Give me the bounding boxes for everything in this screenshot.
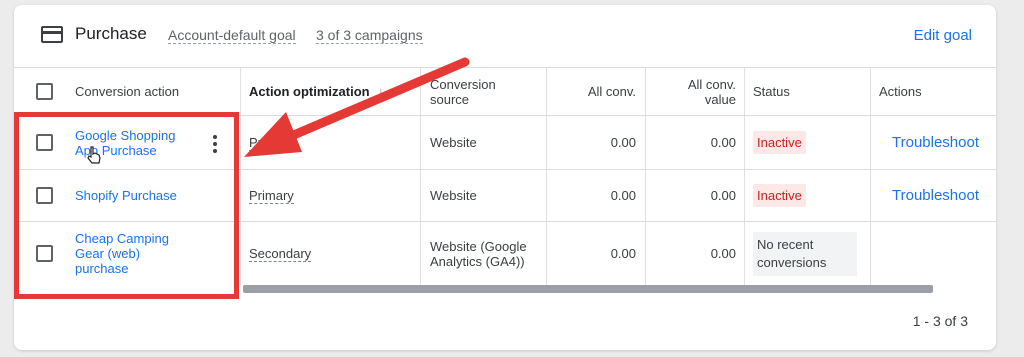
- all-conv-value: 0.00: [610, 246, 636, 261]
- col-all-conv[interactable]: All conv.: [554, 68, 636, 115]
- action-optimization-value[interactable]: Primary: [249, 170, 419, 221]
- edit-goal-button[interactable]: Edit goal: [914, 27, 972, 44]
- campaigns-count-link[interactable]: 3 of 3 campaigns: [316, 28, 423, 44]
- all-conv-value: 0.00: [610, 135, 636, 150]
- all-conv-value: 0.00: [610, 188, 636, 203]
- action-optimization-value[interactable]: Secondary: [249, 222, 419, 285]
- card-header: Purchase Account-default goal 3 of 3 cam…: [14, 5, 996, 67]
- credit-card-icon: [41, 26, 63, 43]
- all-conv-value-value: 0.00: [710, 188, 736, 203]
- goal-title: Purchase: [75, 24, 147, 43]
- horizontal-scrollbar[interactable]: [243, 285, 933, 293]
- col-all-conv-value[interactable]: All conv. value: [654, 68, 736, 115]
- col-status[interactable]: Status: [753, 68, 853, 115]
- all-conv-value-value: 0.00: [710, 246, 736, 261]
- action-optimization-value[interactable]: Primary: [249, 116, 419, 169]
- col-action-optimization[interactable]: Action optimization ↓: [249, 68, 419, 115]
- sort-down-arrow-icon: ↓: [377, 84, 385, 99]
- col-conversion-source[interactable]: Conversion source: [430, 68, 540, 115]
- account-default-goal-link[interactable]: Account-default goal: [168, 28, 296, 44]
- conversion-source-value: Website: [430, 188, 477, 203]
- table-header-row: Conversion action Action optimization ↓ …: [14, 67, 996, 115]
- all-conv-value-value: 0.00: [710, 135, 736, 150]
- status-badge: Inactive: [753, 170, 853, 221]
- col-conversion-action[interactable]: Conversion action: [75, 68, 235, 115]
- conversion-source-value: Website: [430, 135, 477, 150]
- troubleshoot-link[interactable]: Troubleshoot: [892, 170, 992, 221]
- hand-cursor-icon: [87, 146, 101, 164]
- annotation-highlight-box: [14, 112, 239, 299]
- pagination-label: 1 - 3 of 3: [912, 313, 968, 329]
- select-all-checkbox[interactable]: [36, 83, 53, 100]
- status-badge: Inactive: [753, 116, 853, 169]
- col-actions: Actions: [879, 84, 922, 99]
- status-badge: No recent conversions: [753, 222, 865, 285]
- troubleshoot-link[interactable]: Troubleshoot: [892, 116, 992, 169]
- conversion-source-value: Website (Google Analytics (GA4)): [430, 238, 527, 269]
